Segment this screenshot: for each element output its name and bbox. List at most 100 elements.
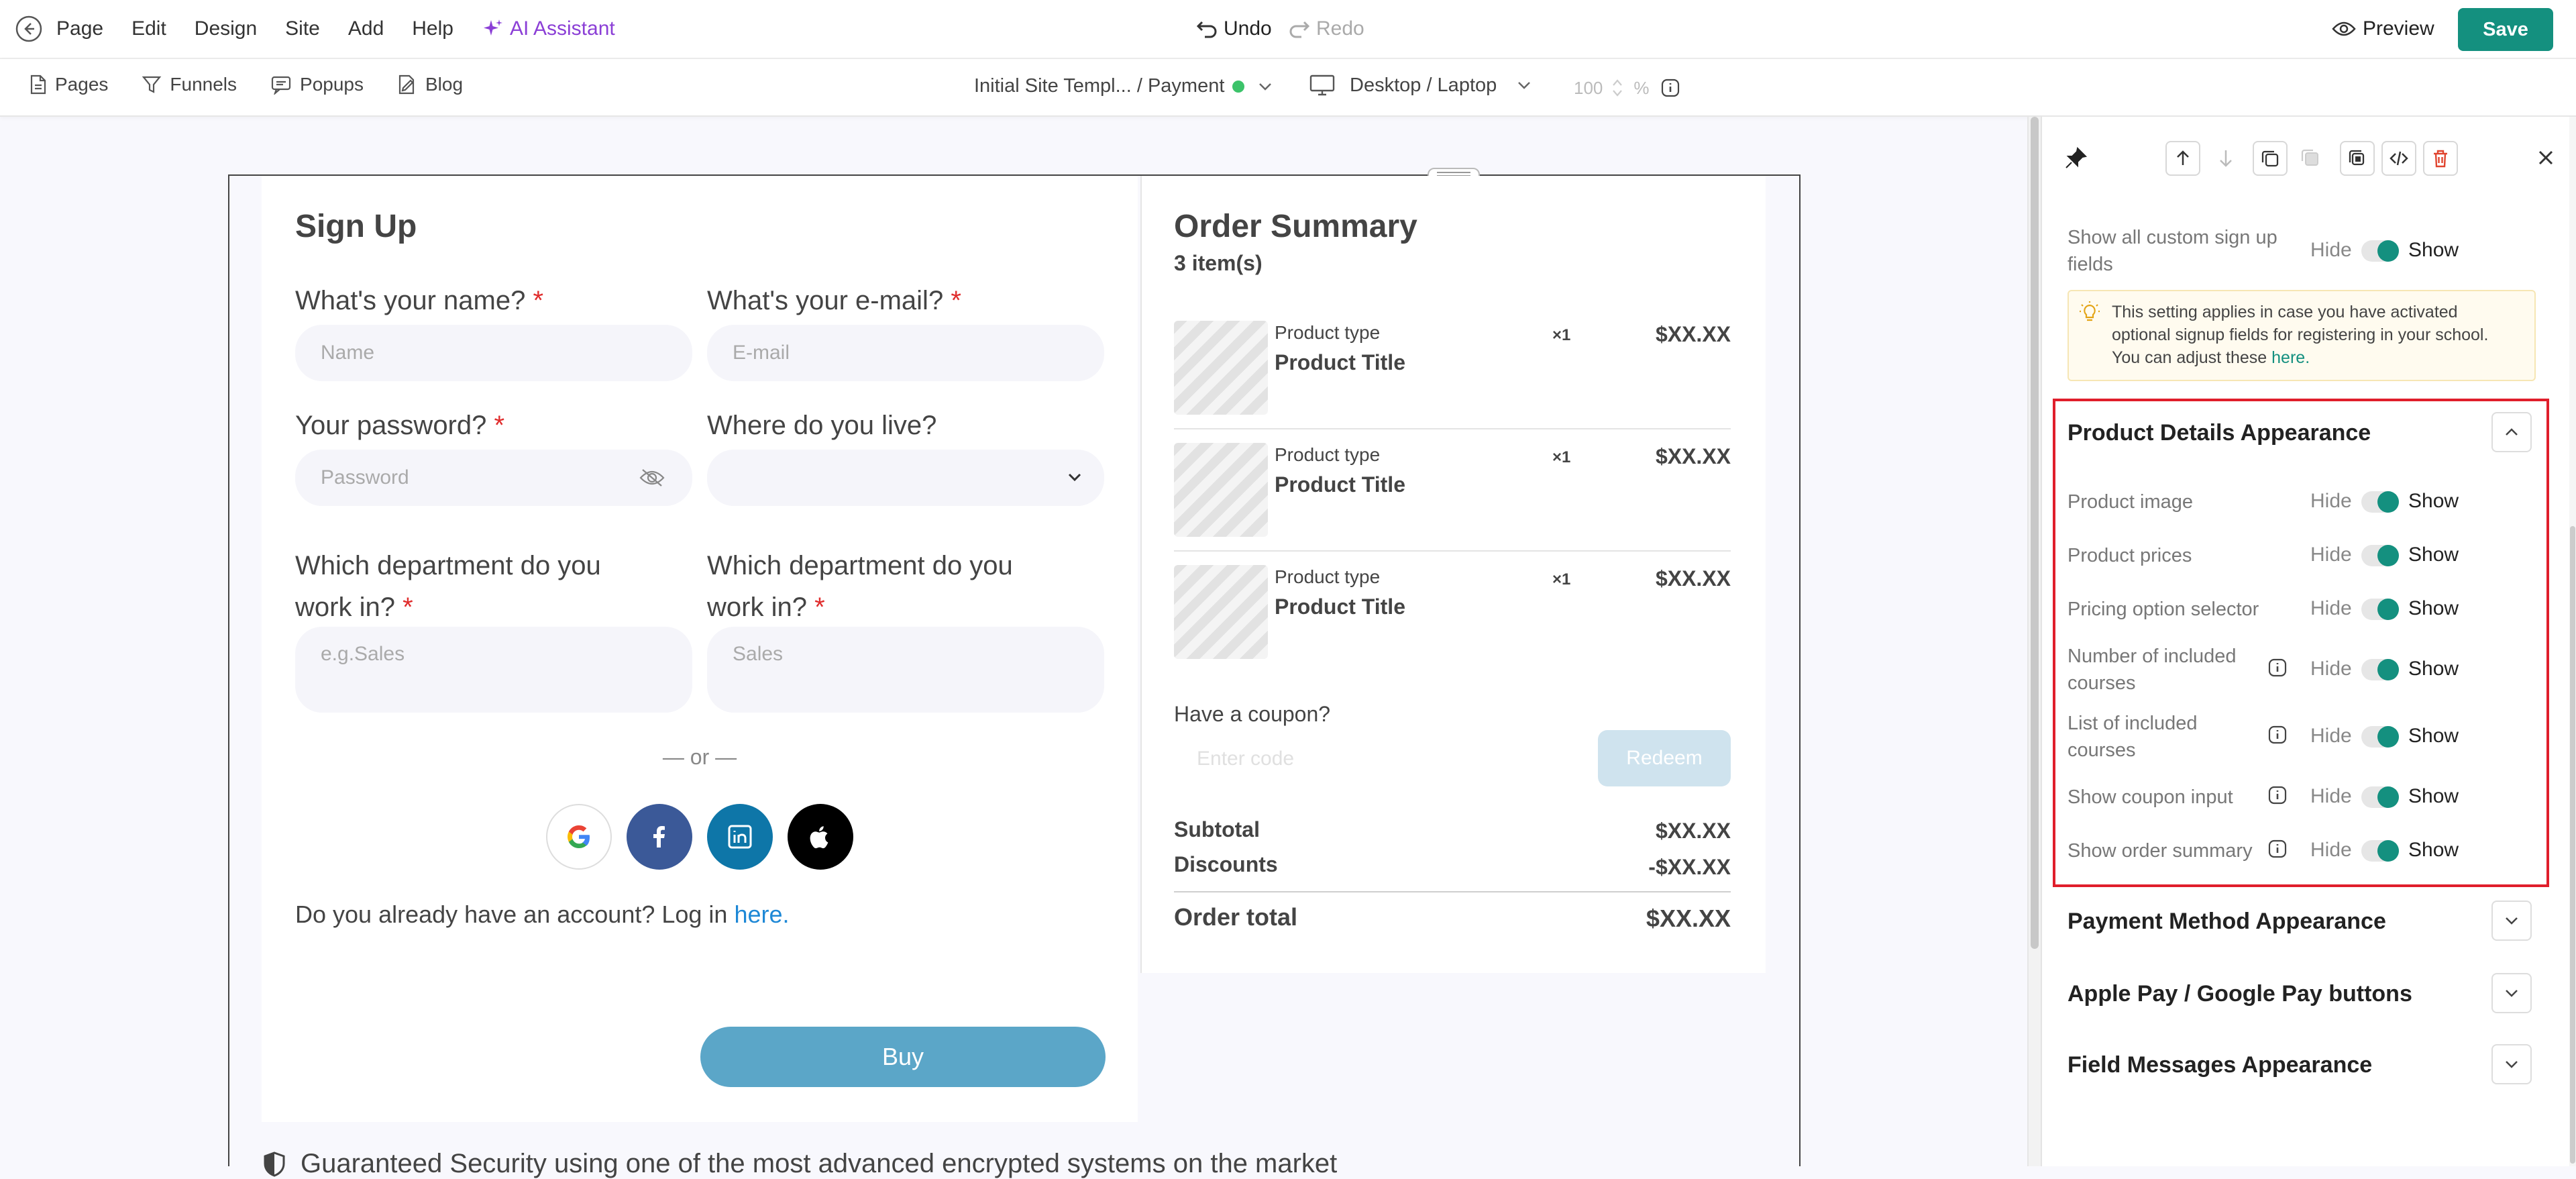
menu-site[interactable]: Site	[285, 17, 320, 40]
nav-popups-label: Popups	[300, 74, 364, 95]
nav-pages[interactable]: Pages	[30, 74, 108, 95]
info-icon[interactable]	[2267, 785, 2288, 805]
info-icon[interactable]	[2267, 658, 2288, 678]
collapse-button[interactable]	[2491, 412, 2532, 452]
show-label: Show	[2408, 490, 2459, 512]
redo-button[interactable]: Redo	[1288, 17, 1364, 40]
code-button[interactable]	[2381, 141, 2416, 176]
undo-button[interactable]: Undo	[1195, 17, 1272, 40]
expand-button[interactable]	[2491, 901, 2532, 941]
menu-add[interactable]: Add	[348, 17, 384, 40]
login-link[interactable]: here.	[734, 901, 789, 928]
zoom-value[interactable]: 100	[1574, 78, 1603, 99]
popup-icon	[271, 76, 291, 95]
notice-link[interactable]: here.	[2271, 348, 2310, 367]
apple-login-button[interactable]	[788, 804, 853, 870]
info-icon[interactable]	[2267, 839, 2288, 859]
canvas-scrollbar[interactable]	[2029, 117, 2041, 1166]
eye-off-icon[interactable]	[639, 467, 665, 489]
move-down-button[interactable]	[2210, 142, 2242, 178]
coupon-input-toggle[interactable]	[2361, 786, 2399, 808]
coupon-input[interactable]: Enter code	[1174, 731, 1576, 786]
page-selector[interactable]: Initial Site Templ... / Payment	[974, 75, 1274, 97]
ai-assistant-button[interactable]: AI Assistant	[482, 17, 615, 40]
linkedin-icon	[728, 825, 752, 849]
linkedin-login-button[interactable]	[707, 804, 773, 870]
country-select[interactable]	[707, 450, 1104, 506]
required-mark: *	[533, 286, 544, 315]
included-courses-list-toggle[interactable]	[2361, 726, 2399, 748]
google-icon	[568, 825, 590, 848]
nav-blog-label: Blog	[425, 74, 464, 95]
panel-scrollbar[interactable]	[2569, 117, 2576, 1166]
show-label: Show	[2408, 597, 2459, 619]
name-input[interactable]: Name	[295, 325, 692, 381]
expand-button[interactable]	[2491, 973, 2532, 1013]
order-summary-toggle[interactable]	[2361, 840, 2399, 862]
menu-help[interactable]: Help	[412, 17, 453, 40]
facebook-login-button[interactable]	[627, 804, 692, 870]
google-login-button[interactable]	[546, 804, 612, 870]
close-icon[interactable]	[2536, 148, 2556, 168]
pricing-option-toggle[interactable]	[2361, 599, 2399, 620]
back-button[interactable]	[15, 15, 43, 43]
included-courses-count-toggle[interactable]	[2361, 659, 2399, 680]
ai-assistant-label: AI Assistant	[509, 17, 615, 40]
info-icon[interactable]	[2267, 725, 2288, 745]
redo-icon	[1289, 21, 1310, 38]
login-prompt-text: Do you already have an account? Log in	[295, 901, 728, 928]
duplicate-button[interactable]	[2253, 141, 2288, 176]
coupon-placeholder: Enter code	[1197, 748, 1295, 770]
pin-icon[interactable]	[2063, 146, 2088, 170]
product-price: $XX.XX	[1655, 566, 1731, 591]
department-label-2-line2-wrap: work in? *	[707, 586, 1013, 628]
product-details-section-title[interactable]: Product Details Appearance	[2068, 420, 2371, 446]
password-input[interactable]: Password	[295, 450, 692, 506]
chevron-down-icon	[1068, 473, 1081, 482]
zoom-control[interactable]: 100 %	[1574, 76, 1680, 99]
field-messages-section-title[interactable]: Field Messages Appearance	[2068, 1052, 2372, 1078]
toggle-knob	[2377, 659, 2399, 680]
hide-label: Hide	[2310, 658, 2352, 680]
preview-button[interactable]: Preview	[2332, 17, 2434, 40]
menu-edit[interactable]: Edit	[131, 17, 166, 40]
nav-blog[interactable]: Blog	[397, 74, 463, 95]
blog-icon	[398, 74, 415, 95]
nav-popups[interactable]: Popups	[270, 74, 364, 95]
chevron-down-icon	[1518, 82, 1531, 89]
department-label-1-line2-wrap: work in? *	[295, 586, 601, 628]
department-input-1[interactable]: e.g.Sales	[295, 627, 692, 713]
payment-method-section-title[interactable]: Payment Method Appearance	[2068, 909, 2386, 935]
expand-button[interactable]	[2491, 1044, 2532, 1084]
buy-button[interactable]: Buy	[700, 1027, 1106, 1087]
coupon-input-label: Show coupon input	[2068, 786, 2233, 808]
notice-line1: This setting applies in case you have ac…	[2112, 303, 2458, 321]
order-total-label: Order total	[1174, 903, 1298, 931]
delete-button[interactable]	[2423, 141, 2458, 176]
department-input-2[interactable]: Sales	[707, 627, 1104, 713]
department-label-1-line1: Which department do you	[295, 551, 601, 580]
info-icon[interactable]	[1660, 78, 1680, 98]
device-selector[interactable]: Desktop / Laptop	[1309, 74, 1533, 97]
redeem-button[interactable]: Redeem	[1598, 730, 1731, 786]
applepay-section-title[interactable]: Apple Pay / Google Pay buttons	[2068, 981, 2412, 1007]
product-prices-toggle[interactable]	[2361, 545, 2399, 566]
move-up-button[interactable]	[2165, 141, 2200, 176]
toggle-knob	[2377, 545, 2399, 566]
email-input[interactable]: E-mail	[707, 325, 1104, 381]
signup-title: Sign Up	[295, 209, 417, 244]
back-arrow-icon	[15, 15, 42, 42]
menu-design[interactable]: Design	[195, 17, 257, 40]
nav-funnels[interactable]: Funnels	[142, 74, 237, 95]
paste-button[interactable]	[2294, 142, 2326, 178]
redo-label: Redo	[1316, 17, 1364, 40]
product-prices-label: Product prices	[2068, 545, 2192, 566]
subtotal-value: $XX.XX	[1655, 819, 1731, 843]
custom-fields-toggle[interactable]	[2361, 240, 2399, 262]
clone-button[interactable]	[2340, 141, 2375, 176]
menu-page[interactable]: Page	[56, 17, 103, 40]
save-button[interactable]: Save	[2458, 8, 2553, 51]
password-label-text: Your password?	[295, 411, 487, 440]
product-image-toggle[interactable]	[2361, 491, 2399, 513]
notice-line2: optional signup fields for registering i…	[2112, 325, 2489, 344]
